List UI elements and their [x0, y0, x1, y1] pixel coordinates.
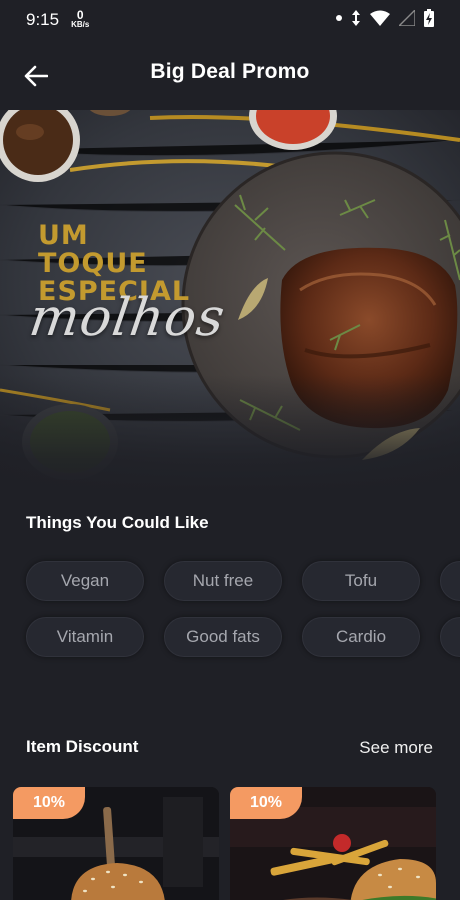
chip-overflow[interactable] [440, 617, 460, 657]
chip-vegan[interactable]: Vegan [26, 561, 144, 601]
screen: 9:15 0 KB/s Big Deal Promo UM TOQUE ESPE… [0, 0, 460, 900]
see-more-link[interactable]: See more [359, 738, 433, 758]
chip-row-2: Vitamin Good fats Cardio [26, 617, 460, 657]
app-bar: Big Deal Promo [0, 40, 460, 108]
discount-badge: 10% [230, 787, 302, 819]
data-arrows-icon [352, 10, 360, 26]
banner-text-line2: TOQUE [38, 248, 148, 279]
promo-banner[interactable]: UM TOQUE ESPECIAL molhos [0, 110, 460, 495]
network-speed-value: 0 [76, 8, 84, 22]
things-section-title: Things You Could Like [26, 513, 209, 532]
chip-cardio[interactable]: Cardio [302, 617, 420, 657]
status-bar: 9:15 0 KB/s [0, 0, 460, 40]
discount-badge: 10% [13, 787, 85, 819]
chip-row-1: Vegan Nut free Tofu [26, 561, 460, 601]
chip-nut-free[interactable]: Nut free [164, 561, 282, 601]
banner-script-text: molhos [25, 288, 229, 348]
status-time: 9:15 [26, 10, 60, 29]
discount-card[interactable]: 10% [13, 787, 219, 900]
wifi-icon [370, 10, 390, 26]
chip-vitamin[interactable]: Vitamin [26, 617, 144, 657]
page-title: Big Deal Promo [150, 60, 310, 83]
network-speed: 0 KB/s [71, 8, 90, 29]
discount-section-title: Item Discount [26, 737, 139, 756]
banner-fade [0, 375, 460, 495]
network-speed-unit: KB/s [71, 20, 90, 29]
chip-tofu[interactable]: Tofu [302, 561, 420, 601]
banner-text-line1: UM [38, 220, 89, 251]
notification-dot-icon [336, 15, 342, 21]
status-icons [336, 9, 434, 27]
chip-overflow[interactable] [440, 561, 460, 601]
chip-good-fats[interactable]: Good fats [164, 617, 282, 657]
discount-card[interactable]: 10% [230, 787, 436, 900]
signal-icon [399, 10, 415, 26]
battery-charging-icon [424, 9, 434, 27]
